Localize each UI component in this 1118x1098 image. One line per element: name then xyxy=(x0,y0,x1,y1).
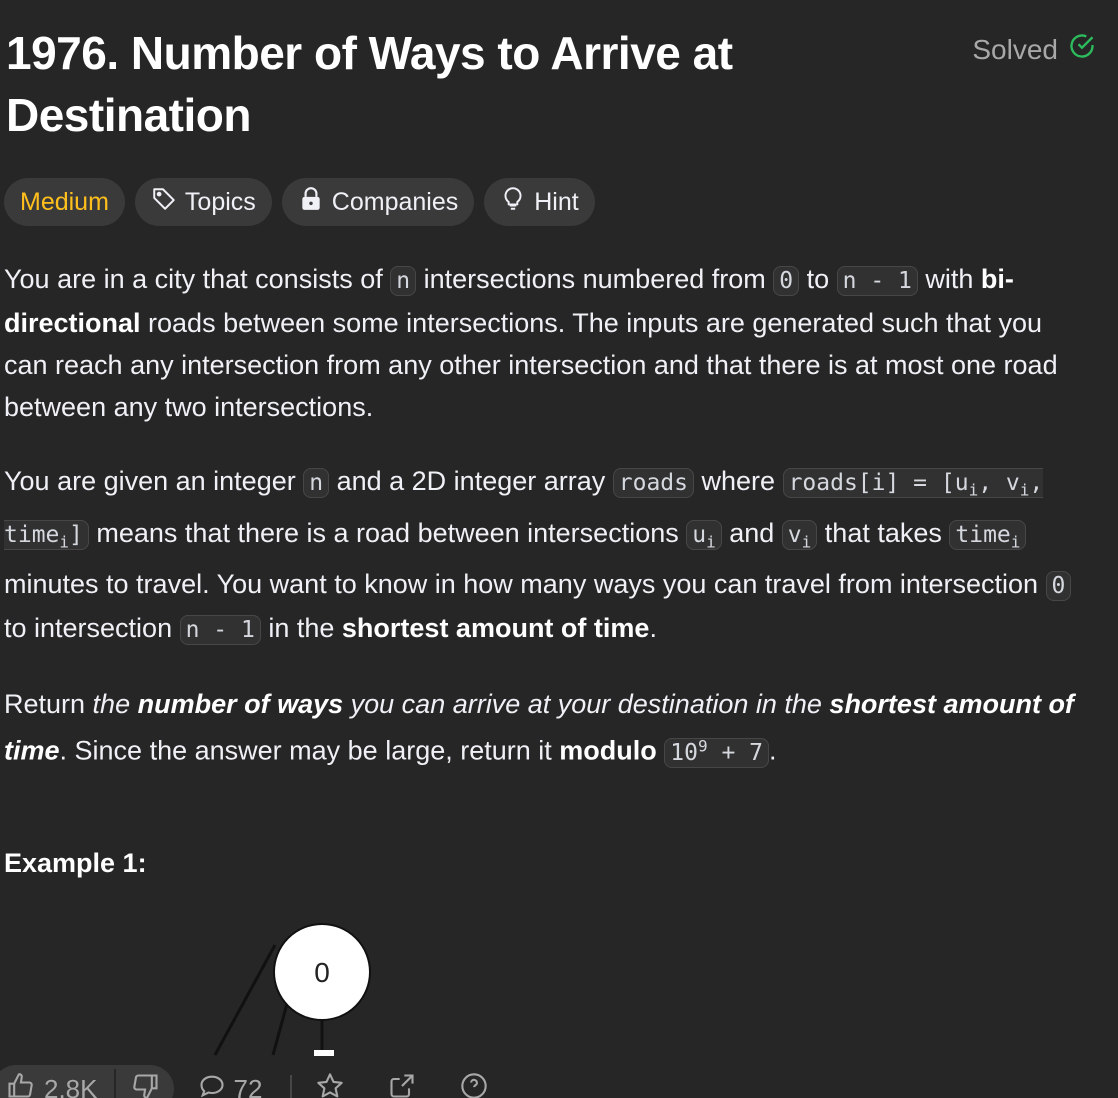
description-paragraph-2: You are given an integer n and a 2D inte… xyxy=(4,460,1084,651)
problem-page: 1976. Number of Ways to Arrive at Destin… xyxy=(0,0,1118,1098)
text: Return xyxy=(4,689,93,720)
inline-code: 109 + 7 xyxy=(664,736,770,768)
topics-button[interactable]: Topics xyxy=(134,178,272,226)
code-part: ] xyxy=(69,521,83,548)
text: and a 2D integer array xyxy=(329,466,613,496)
graph-edge xyxy=(314,1050,334,1056)
inline-code: n xyxy=(390,266,417,296)
superscript: 9 xyxy=(697,736,708,756)
inline-code: ui xyxy=(686,519,722,552)
help-button[interactable] xyxy=(460,1072,488,1098)
like-count: 2.8K xyxy=(44,1073,98,1098)
text: in the xyxy=(260,613,342,644)
text: to xyxy=(799,264,837,294)
description-paragraph-3: Return the number of ways you can arrive… xyxy=(4,683,1084,774)
example-heading: Example 1: xyxy=(4,848,147,878)
example-graph: 0 xyxy=(180,920,400,1075)
inline-code: n - 1 xyxy=(836,266,918,296)
subscript: i xyxy=(968,480,979,500)
lock-icon xyxy=(298,186,324,219)
problem-description: You are in a city that consists of n int… xyxy=(4,258,1084,806)
text: where xyxy=(694,466,783,496)
text: intersections numbered from xyxy=(416,264,774,294)
star-icon xyxy=(316,1072,344,1098)
italic-text: the xyxy=(92,689,138,720)
code-part: + 7 xyxy=(707,739,764,766)
text: minutes to travel. You want to know in h… xyxy=(4,569,1046,600)
companies-button[interactable]: Companies xyxy=(281,178,475,226)
text: to intersection xyxy=(4,613,180,644)
text: and xyxy=(721,517,782,548)
text: means that there is a road between inter… xyxy=(88,517,687,548)
inline-code: n - 1 xyxy=(179,615,261,646)
inline-code: roads xyxy=(612,468,695,498)
subscript: i xyxy=(1010,532,1021,552)
code-part: v xyxy=(787,521,802,548)
favorite-button[interactable] xyxy=(316,1072,344,1098)
difficulty-label: Medium xyxy=(20,187,109,216)
tag-bar: Medium Topics Companies Hint xyxy=(4,178,595,226)
text: You are given an integer xyxy=(4,466,304,496)
like-dislike-group: 2.8K xyxy=(0,1065,174,1098)
code-part: u xyxy=(692,521,707,548)
text: roads between some intersections. The in… xyxy=(4,308,1058,422)
question-icon xyxy=(460,1072,488,1098)
divider xyxy=(113,1069,116,1098)
thumbs-up-icon[interactable] xyxy=(6,1072,34,1098)
text: with xyxy=(917,264,981,294)
text: . xyxy=(769,735,777,766)
inline-code: vi xyxy=(781,519,818,552)
share-button[interactable] xyxy=(388,1072,416,1098)
difficulty-badge[interactable]: Medium xyxy=(4,178,125,226)
graph-edge xyxy=(271,999,290,1056)
code-part: , v xyxy=(978,470,1020,496)
inline-code: timei xyxy=(949,519,1027,552)
hint-button[interactable]: Hint xyxy=(484,178,595,226)
subscript: i xyxy=(1019,480,1030,500)
graph-node-label: 0 xyxy=(314,957,330,988)
comments-button[interactable]: 72 xyxy=(198,1072,263,1098)
text: . xyxy=(649,613,657,644)
hint-label: Hint xyxy=(534,187,579,216)
bold-text: modulo xyxy=(559,735,657,766)
code-part: 10 xyxy=(670,739,698,766)
tag-icon xyxy=(151,186,177,219)
subscript: i xyxy=(59,532,70,552)
inline-code: 0 xyxy=(1045,571,1072,602)
check-circle-icon xyxy=(1068,32,1096,67)
solved-label: Solved xyxy=(972,33,1058,65)
share-icon xyxy=(388,1072,416,1098)
graph-edge xyxy=(213,944,277,1056)
subscript: i xyxy=(706,532,716,552)
thumbs-down-icon[interactable] xyxy=(132,1072,160,1098)
bold-text: shortest amount of time xyxy=(341,613,650,644)
topics-label: Topics xyxy=(184,187,256,216)
subscript: i xyxy=(801,532,812,552)
code-part: time xyxy=(955,521,1011,548)
inline-code: n xyxy=(303,468,330,498)
companies-label: Companies xyxy=(331,187,459,216)
problem-title: 1976. Number of Ways to Arrive at Destin… xyxy=(6,27,733,141)
text: You are in a city that consists of xyxy=(4,264,391,294)
text: that takes xyxy=(817,517,950,548)
comment-icon xyxy=(198,1072,226,1098)
code-part: roads[i] = [u xyxy=(788,470,969,496)
text: . Since the answer may be large, return … xyxy=(59,735,560,766)
divider xyxy=(290,1075,293,1098)
inline-code: 0 xyxy=(773,266,800,296)
bold-italic-text: number of ways xyxy=(137,689,344,720)
description-paragraph-1: You are in a city that consists of n int… xyxy=(4,258,1084,428)
bottom-toolbar: 2.8K 72 xyxy=(0,1062,1118,1098)
comment-count: 72 xyxy=(233,1073,263,1098)
lightbulb-icon xyxy=(500,186,526,219)
italic-text: you can arrive at your destination in th… xyxy=(343,689,830,720)
solved-status: Solved xyxy=(972,32,1096,67)
